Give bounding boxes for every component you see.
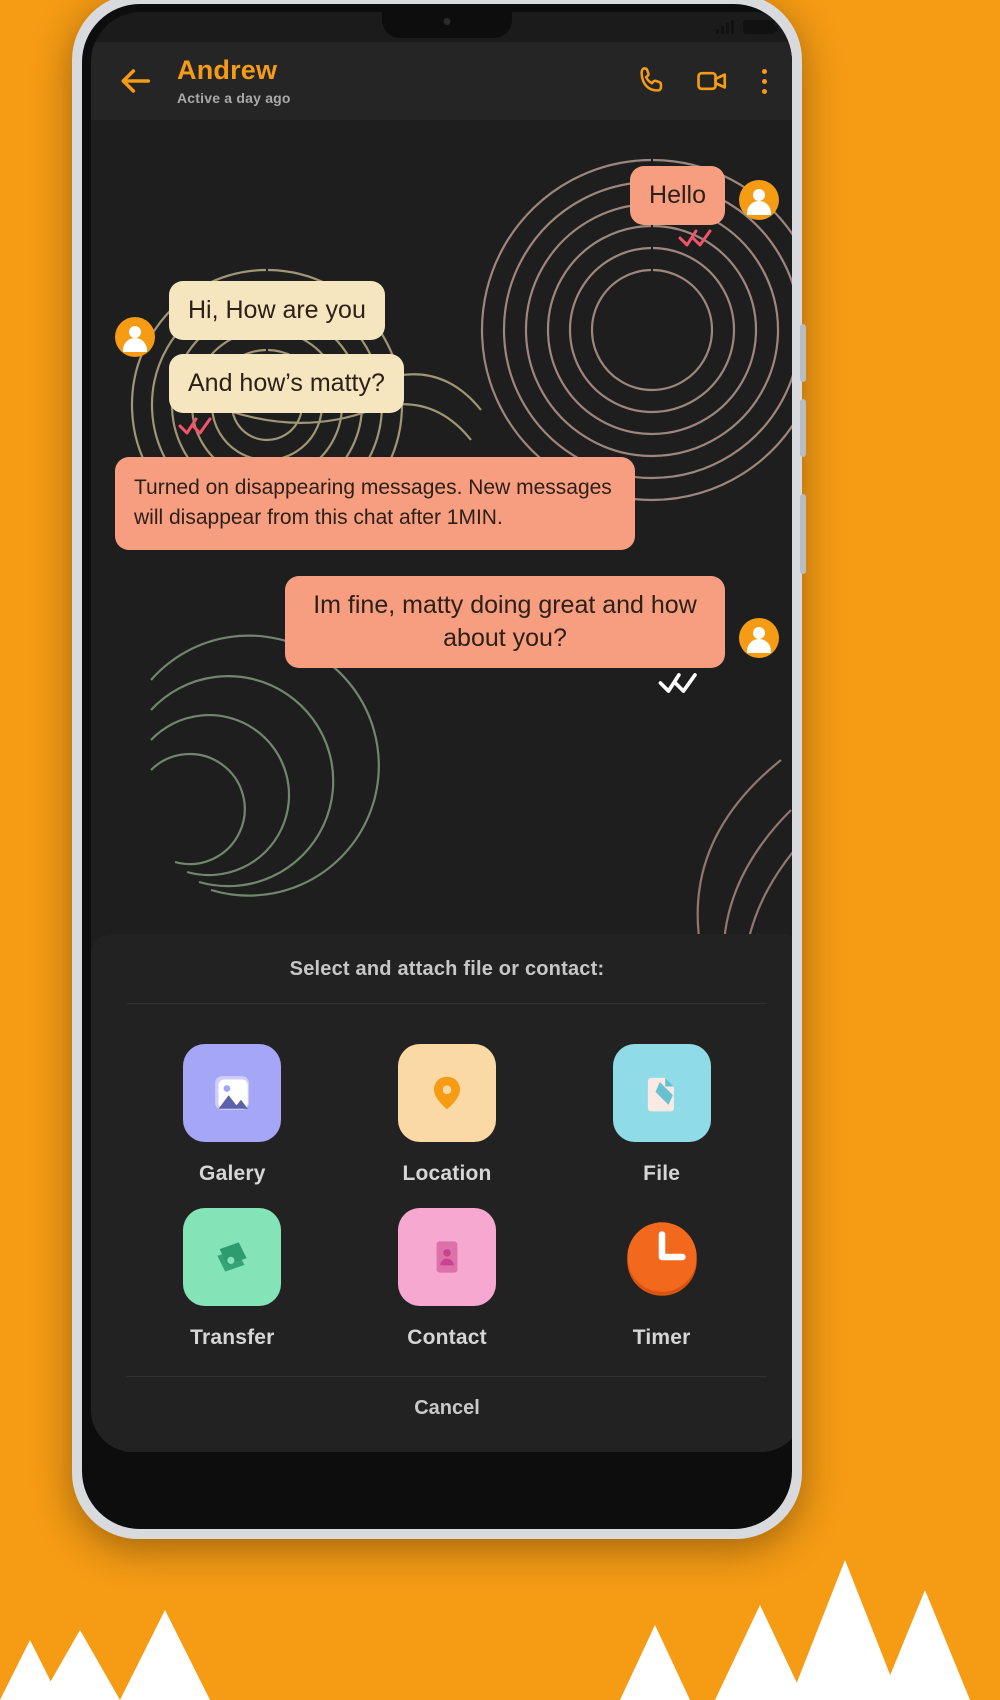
chat-contact-name: Andrew (177, 55, 278, 86)
attachment-option-label: Contact (407, 1326, 487, 1349)
attachment-option-timer[interactable]: Timer (554, 1208, 769, 1350)
signal-bars-icon (716, 20, 734, 34)
message-column: Hello (630, 166, 725, 259)
read-receipt-ticks (677, 227, 717, 249)
chat-title-block[interactable]: Andrew Active a day ago (173, 55, 613, 106)
location-tile (397, 1044, 496, 1142)
overflow-menu-icon (761, 78, 767, 84)
phone-screen: Andrew Active a day ago Hello Hi, How ar… (91, 12, 792, 1452)
avatar[interactable] (115, 317, 155, 357)
message-bubble[interactable]: Im fine, matty doing great and how about… (285, 575, 725, 668)
overflow-menu-button[interactable] (751, 68, 777, 94)
timer-tile (613, 1208, 711, 1306)
volume-down-button[interactable] (800, 399, 806, 457)
transfer-tile (183, 1208, 282, 1306)
gallery-icon (215, 1076, 250, 1110)
gallery-tile (183, 1044, 282, 1142)
avatar[interactable] (739, 617, 779, 658)
attachment-option-label: Transfer (190, 1326, 275, 1349)
volume-up-button[interactable] (800, 324, 806, 382)
phone-bezel: Andrew Active a day ago Hello Hi, How ar… (82, 4, 792, 1529)
cancel-button[interactable]: Cancel (414, 1397, 480, 1420)
video-camera-icon (697, 71, 727, 91)
contact-tile (397, 1208, 496, 1306)
phone-call-icon (640, 67, 663, 92)
file-tile (612, 1044, 711, 1142)
chat-header: Andrew Active a day ago (91, 42, 792, 120)
double-check-icon (678, 229, 712, 247)
money-transfer-icon (217, 1242, 247, 1272)
attachment-option-galery[interactable]: Galery (125, 1044, 340, 1186)
video-call-button[interactable] (691, 60, 733, 102)
message-column: Hi, How are you And how’s matty? (169, 281, 404, 447)
chat-message-area[interactable]: Hello Hi, How are you And how’s matty? T… (91, 120, 792, 1452)
cancel-row: Cancel (91, 1377, 792, 1446)
camera-notch (382, 12, 512, 38)
avatar[interactable] (739, 180, 779, 220)
contact-card-icon (436, 1241, 458, 1273)
message-column: Im fine, matty doing great and how about… (285, 575, 725, 706)
overflow-menu-icon (761, 88, 767, 94)
front-camera-icon (443, 18, 451, 25)
message-bubble[interactable]: And how’s matty? (169, 354, 404, 413)
message-bubble[interactable]: Hi, How are you (169, 281, 385, 340)
message-list: Hello Hi, How are you And how’s matty? T… (91, 120, 792, 706)
avatar-person-icon (747, 201, 771, 215)
double-check-icon (658, 672, 697, 693)
message-row-outgoing: Im fine, matty doing great and how about… (115, 575, 779, 706)
attachment-option-label: Location (402, 1162, 492, 1185)
battery-icon (743, 20, 778, 34)
system-notice-row: Turned on disappearing messages. New mes… (115, 457, 779, 550)
avatar-person-icon (753, 626, 765, 639)
attachment-option-file[interactable]: File (554, 1044, 769, 1186)
message-bubble[interactable]: Hello (630, 166, 725, 225)
timer-clock-icon (626, 1222, 697, 1296)
attachment-options-grid: Galery Location File Transfer Contact Ti… (91, 1004, 792, 1376)
phone-device-frame: Andrew Active a day ago Hello Hi, How ar… (72, 0, 806, 1539)
attachment-option-label: Timer (632, 1326, 691, 1349)
message-row-incoming: Hi, How are you And how’s matty? (115, 281, 779, 447)
phone-call-button[interactable] (631, 60, 673, 102)
avatar-person-icon (129, 326, 141, 338)
disappearing-messages-notice: Turned on disappearing messages. New mes… (115, 457, 635, 550)
attachment-bottom-sheet: Select and attach file or contact: Galer… (91, 934, 792, 1452)
attachment-option-contact[interactable]: Contact (340, 1208, 555, 1350)
overflow-menu-icon (761, 68, 767, 74)
avatar-person-icon (747, 638, 771, 653)
attachment-option-transfer[interactable]: Transfer (125, 1208, 340, 1350)
attachment-option-location[interactable]: Location (340, 1044, 555, 1186)
power-button[interactable] (800, 494, 806, 574)
attachment-option-label: Galery (199, 1162, 266, 1185)
chat-contact-status: Active a day ago (177, 89, 291, 106)
avatar-person-icon (753, 189, 765, 201)
attachment-sheet-title: Select and attach file or contact: (289, 958, 605, 980)
message-row-outgoing: Hello (115, 166, 779, 259)
attachment-option-label: File (643, 1162, 681, 1185)
read-receipt-ticks (657, 670, 703, 696)
avatar-person-icon (123, 338, 147, 352)
read-receipt-ticks (177, 415, 217, 437)
double-check-icon (178, 417, 212, 435)
back-arrow-icon[interactable] (115, 61, 155, 101)
location-pin-icon (433, 1076, 460, 1110)
file-document-icon (647, 1077, 674, 1112)
